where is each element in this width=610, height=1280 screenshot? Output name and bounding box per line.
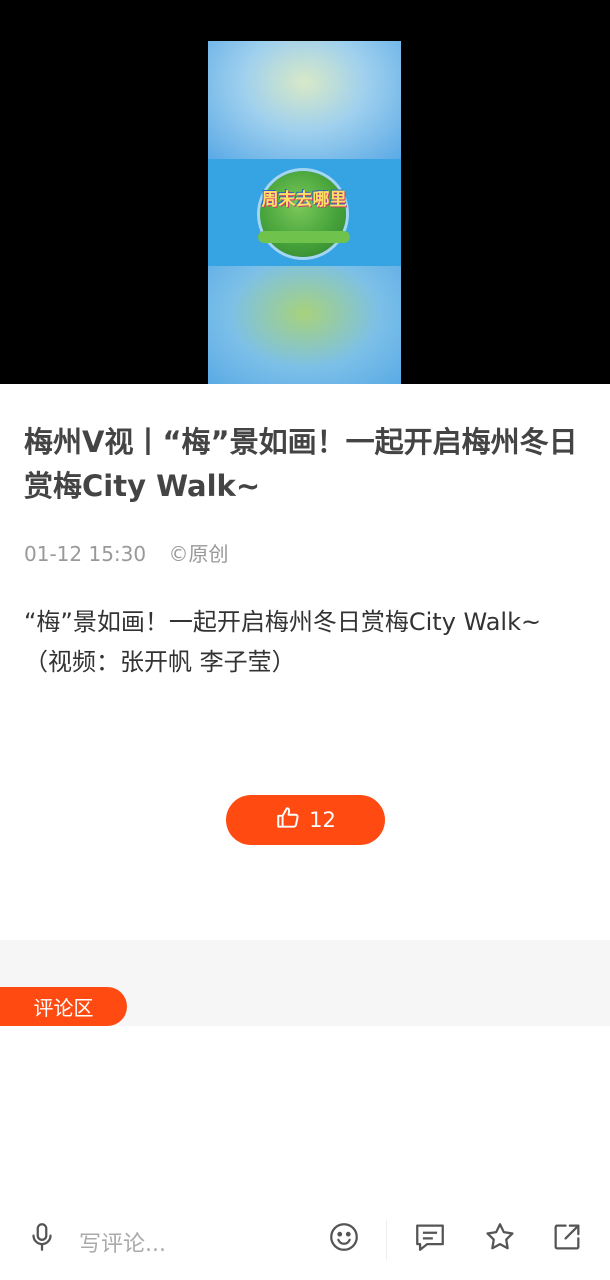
- thumb-up-icon: [275, 805, 301, 836]
- share-icon[interactable]: [550, 1220, 584, 1254]
- comment-input[interactable]: 写评论...: [79, 1226, 166, 1258]
- thumbnail-blur-top: [208, 41, 401, 159]
- body-line-1: “梅”景如画！一起开启梅州冬日赏梅City Walk~: [24, 608, 542, 636]
- video-thumbnail[interactable]: 周末去哪里: [208, 41, 401, 384]
- bottom-bar: 写评论...: [0, 1200, 610, 1280]
- like-count: 12: [309, 808, 336, 832]
- body-line-2: （视频：张开帆 李子莹）: [24, 648, 296, 676]
- bar-divider: [386, 1220, 387, 1260]
- thumbnail-blur-bottom: [208, 266, 401, 384]
- mic-icon[interactable]: [25, 1220, 59, 1254]
- article-meta: 01-12 15:30 ©原创: [24, 538, 228, 567]
- source-label: ©原创: [168, 542, 229, 566]
- show-logo-text: 周末去哪里: [261, 190, 347, 210]
- publish-time: 01-12 15:30: [24, 542, 147, 566]
- article-body: “梅”景如画！一起开启梅州冬日赏梅City Walk~ （视频：张开帆 李子莹）: [24, 602, 590, 682]
- globe-graphic: [260, 171, 346, 257]
- comment-section-label: 评论区: [0, 987, 127, 1026]
- comment-icon[interactable]: [413, 1220, 447, 1254]
- thumbnail-center: 周末去哪里: [208, 159, 401, 267]
- emoji-icon[interactable]: [327, 1220, 361, 1254]
- like-button[interactable]: 12: [226, 795, 385, 845]
- article-title: 梅州V视丨“梅”景如画！一起开启梅州冬日赏梅City Walk~: [24, 425, 578, 503]
- video-player[interactable]: 周末去哪里: [0, 0, 610, 384]
- star-icon[interactable]: [483, 1220, 517, 1254]
- logo-banner: [258, 231, 350, 243]
